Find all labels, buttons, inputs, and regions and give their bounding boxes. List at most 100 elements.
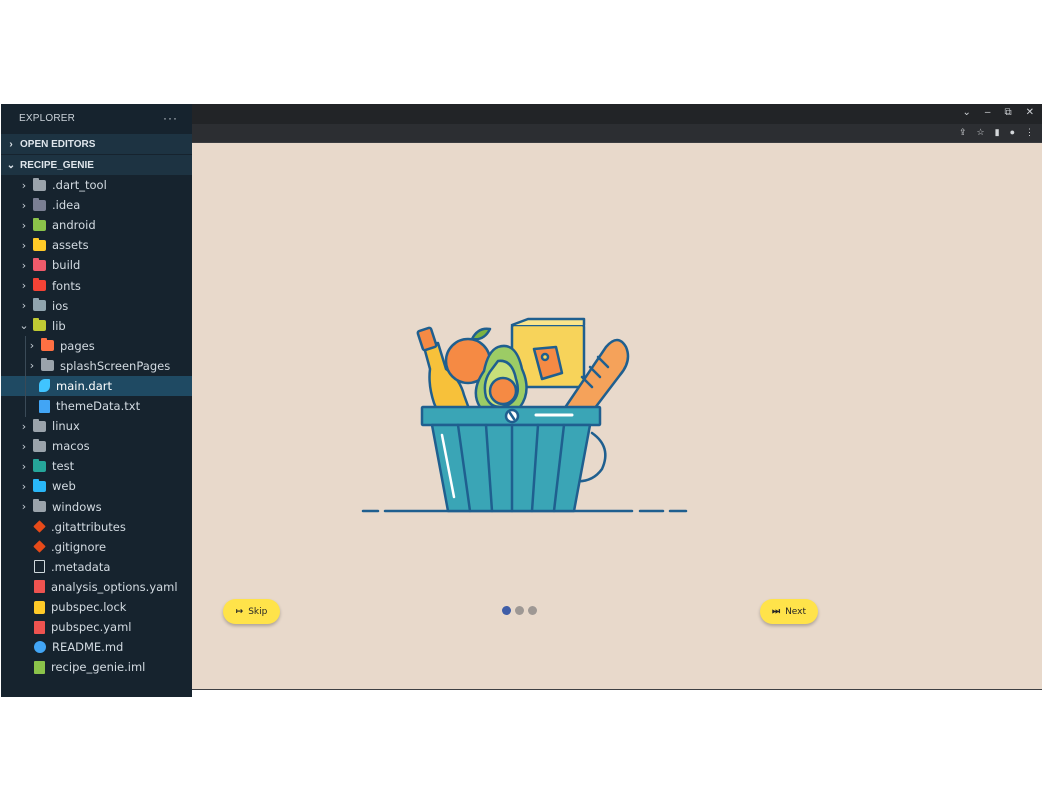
build-folder-icon [33,257,46,271]
chevron-right-icon: › [21,279,27,293]
chevron-right-icon: › [29,359,35,373]
tree-item-lib[interactable]: ⌄ lib [1,316,192,336]
tree-item-readme[interactable]: README.md [1,637,192,657]
tree-item-linux[interactable]: › linux [1,416,192,436]
lock-icon [34,600,45,614]
tree-item-label: macos [52,439,90,454]
tree-item-label: .dart_tool [52,178,107,193]
chevron-right-icon: › [21,500,27,514]
folder-icon [33,438,46,452]
chevron-down-icon: ⌄ [19,319,29,333]
close-icon[interactable]: ✕ [1026,107,1034,118]
tree-item-label: .idea [52,198,81,213]
assets-folder-icon [33,237,46,251]
chevron-right-icon: › [21,238,27,252]
tree-item-gitattributes[interactable]: .gitattributes [1,517,192,537]
page-indicator [502,606,537,615]
next-button[interactable]: ⏭ Next [760,599,818,624]
tree-item-pubspec-yaml[interactable]: pubspec.yaml [1,617,192,637]
side-panel-icon[interactable]: ▮ [995,127,1000,138]
tree-item-label: test [52,459,75,474]
tree-item-pages[interactable]: › pages [1,336,192,356]
chevron-right-icon: › [21,459,27,473]
chevron-right-icon: › [9,138,13,150]
explorer-header: EXPLORER ··· [1,104,192,132]
tree-item-build[interactable]: › build [1,255,192,275]
toolbar-icons: ⇪ ☆ ▮ ● ⋮ [959,127,1034,138]
open-editors-section[interactable]: › OPEN EDITORS [1,134,192,154]
tree-item-web[interactable]: › web [1,476,192,496]
project-label: RECIPE_GENIE [20,159,94,171]
tree-item-label: assets [52,238,89,253]
yaml-file-icon [34,580,45,594]
tree-item-label: ios [52,298,69,313]
tree-item-ios[interactable]: › ios [1,296,192,316]
tree-item-label: pubspec.lock [51,600,127,615]
tree-item-assets[interactable]: › assets [1,235,192,255]
tree-item-theme-data[interactable]: themeData.txt [1,396,192,416]
tree-item-splash-screen-pages[interactable]: › splashScreenPages [1,356,192,376]
test-folder-icon [33,458,46,472]
tree-item-pubspec-lock[interactable]: pubspec.lock [1,597,192,617]
folder-icon [33,499,46,513]
tree-item-dart-tool[interactable]: › .dart_tool [1,175,192,195]
tree-item-macos[interactable]: › macos [1,436,192,456]
menu-kebab-icon[interactable]: ⋮ [1025,127,1034,138]
tree-item-label: build [52,258,81,273]
skip-arrow-icon: ↦ [235,606,244,617]
tab-search-icon[interactable]: ⌄ [963,107,971,118]
explorer-title: EXPLORER [19,112,76,124]
tree-item-label: web [52,479,76,494]
folder-icon [41,358,54,372]
tree-item-label: .metadata [51,559,111,574]
chevron-right-icon: › [21,479,27,493]
open-editors-label: OPEN EDITORS [20,138,96,150]
folder-icon [33,418,46,432]
tree-item-windows[interactable]: › windows [1,497,192,517]
browser-toolbar: ⇪ ☆ ▮ ● ⋮ [192,124,1042,143]
fonts-folder-icon [33,278,46,292]
tree-item-label: .gitattributes [51,519,126,534]
share-icon[interactable]: ⇪ [959,127,967,138]
tree-item-test[interactable]: › test [1,456,192,476]
page-dot-3[interactable] [528,606,537,615]
tree-item-label: pages [60,338,95,353]
iml-file-icon [34,660,45,674]
tree-item-metadata[interactable]: .metadata [1,557,192,577]
chevron-right-icon: › [29,339,35,353]
tree-item-gitignore[interactable]: .gitignore [1,537,192,557]
pages-folder-icon [41,338,54,352]
more-actions-icon[interactable]: ··· [163,111,178,125]
chevron-right-icon: › [21,198,27,212]
explorer-panel: EXPLORER ··· › OPEN EDITORS ⌄ RECIPE_GEN… [1,104,192,697]
git-icon [33,520,46,533]
tree-item-label: .gitignore [51,539,107,554]
tree-item-label: fonts [52,278,81,293]
bookmark-star-icon[interactable]: ☆ [977,127,985,138]
tree-item-label: themeData.txt [56,399,141,414]
tree-item-recipe-genie-iml[interactable]: recipe_genie.iml [1,657,192,677]
chevron-right-icon: › [21,218,27,232]
tree-item-label: analysis_options.yaml [51,579,178,594]
idea-folder-icon [33,197,46,211]
page-dot-1[interactable] [502,606,511,615]
lib-folder-open-icon [33,318,46,332]
yaml-file-icon [34,620,45,634]
project-section[interactable]: ⌄ RECIPE_GENIE [1,155,192,175]
restore-icon[interactable]: ⧉ [1004,107,1011,118]
minimize-icon[interactable]: – [985,107,991,118]
chevron-right-icon: › [21,178,27,192]
skip-label: Skip [248,606,268,617]
browser-title-bar: ⌄ – ⧉ ✕ [192,104,1042,124]
tree-item-fonts[interactable]: › fonts [1,275,192,295]
skip-button[interactable]: ↦ Skip [223,599,280,624]
tree-item-main-dart[interactable]: main.dart [1,375,192,397]
web-folder-icon [33,478,46,492]
tree-item-idea[interactable]: › .idea [1,195,192,215]
next-label: Next [785,606,807,617]
tree-item-android[interactable]: › android [1,215,192,235]
profile-icon[interactable]: ● [1010,127,1015,138]
android-folder-icon [33,217,46,231]
tree-item-analysis-options[interactable]: analysis_options.yaml [1,577,192,597]
page-dot-2[interactable] [515,606,524,615]
